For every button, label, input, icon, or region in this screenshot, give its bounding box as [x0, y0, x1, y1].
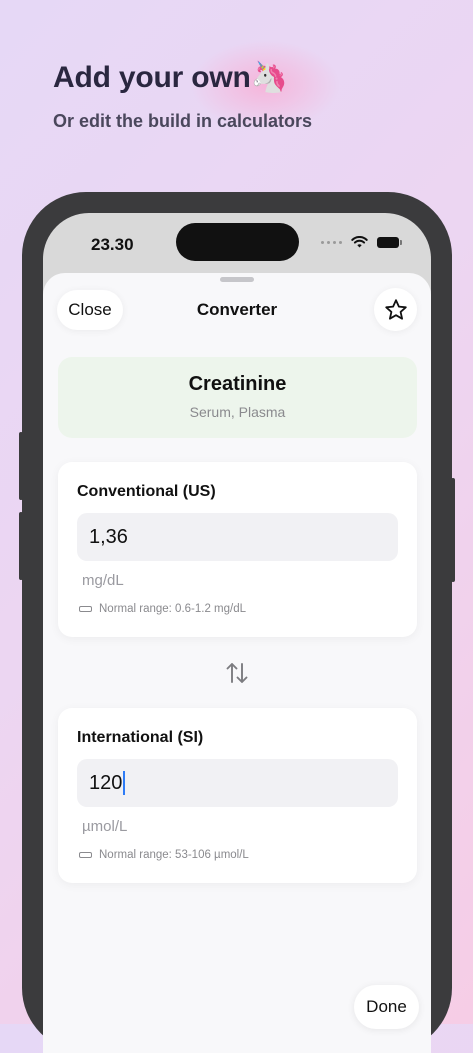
text-caret [123, 771, 126, 795]
star-icon [384, 298, 407, 320]
phone-side-button [19, 512, 23, 580]
international-unit: µmol/L [82, 818, 128, 835]
international-label: International (SI) [77, 729, 204, 746]
sheet-grabber[interactable] [220, 277, 254, 282]
international-value: 120 [89, 771, 123, 794]
conventional-value: 1,36 [89, 525, 128, 548]
swap-arrows-icon[interactable] [223, 659, 251, 687]
international-range-text: Normal range: 53-106 µmol/L [99, 849, 249, 861]
unicorn-icon: 🦄 [250, 61, 288, 94]
promo-headline: Add your own🦄 [53, 61, 288, 94]
international-card: International (SI) 120 µmol/L Normal ran… [58, 708, 417, 883]
status-icons [321, 236, 402, 248]
favorite-button[interactable] [374, 288, 417, 331]
signal-dots-icon [321, 240, 342, 244]
sheet-title: Converter [196, 300, 278, 319]
promo-subline: Or edit the build in calculators [53, 111, 313, 131]
ruler-icon [79, 606, 92, 612]
phone-screen: 23.30 Close Converter Creatinine Serum, … [43, 213, 431, 1053]
ruler-icon [79, 852, 92, 858]
dynamic-island [176, 223, 299, 261]
analyte-name: Creatinine [188, 373, 287, 395]
battery-icon [377, 236, 402, 248]
wifi-icon [351, 236, 368, 248]
international-range: Normal range: 53-106 µmol/L [79, 849, 249, 861]
conventional-value-input[interactable]: 1,36 [77, 513, 398, 561]
conventional-card: Conventional (US) 1,36 mg/dL Normal rang… [58, 462, 417, 637]
conventional-label: Conventional (US) [77, 483, 216, 500]
analyte-card: Creatinine Serum, Plasma [58, 357, 417, 438]
phone-side-button [19, 432, 23, 500]
conventional-range-text: Normal range: 0.6-1.2 mg/dL [99, 603, 247, 615]
converter-sheet: Close Converter Creatinine Serum, Plasma… [43, 273, 431, 1053]
international-value-input[interactable]: 120 [77, 759, 398, 807]
phone-power-button [451, 478, 455, 582]
conventional-unit: mg/dL [82, 572, 124, 589]
status-time: 23.30 [91, 235, 134, 254]
analyte-specimen: Serum, Plasma [189, 404, 286, 420]
done-button[interactable]: Done [354, 985, 419, 1029]
conventional-range: Normal range: 0.6-1.2 mg/dL [79, 603, 246, 615]
